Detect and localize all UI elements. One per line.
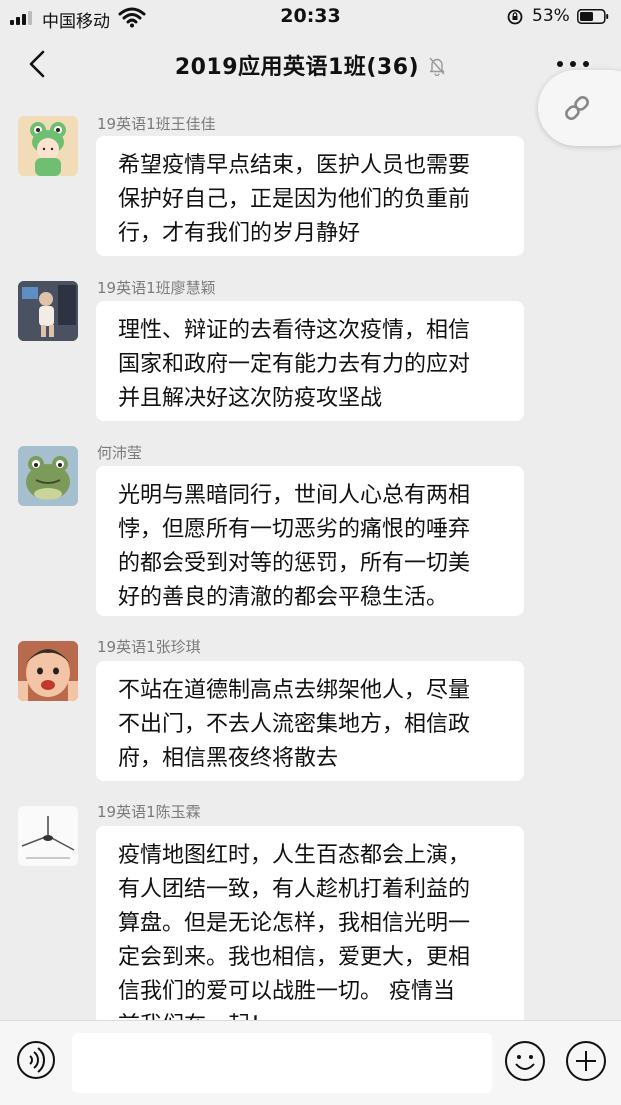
- avatar[interactable]: [18, 806, 78, 866]
- avatar[interactable]: [18, 116, 78, 176]
- message-text-line: 疫情地图红时，人生百态都会上演，: [118, 843, 471, 868]
- input-bar: [0, 1020, 621, 1105]
- chat-title: 2019应用英语1班(36): [174, 55, 420, 80]
- message-input[interactable]: [72, 1033, 492, 1093]
- message-text-line: 不站在道德制高点去绑架他人，尽量: [118, 678, 471, 703]
- rotation-lock-icon: [507, 9, 523, 25]
- message-text-line: 好的善良的清澈的都会平稳生活。: [118, 585, 449, 610]
- avatar[interactable]: [18, 446, 78, 506]
- battery-icon: [577, 9, 609, 24]
- link-icon: [565, 96, 589, 120]
- more-dots-icon[interactable]: [556, 60, 590, 68]
- sender-name: 何沛莹: [97, 444, 143, 462]
- battery-percent: 53%: [532, 6, 570, 26]
- avatar[interactable]: [18, 281, 78, 341]
- message-text-line: 算盘。但是无论怎样，我相信光明一: [118, 911, 471, 936]
- message-text-line: 理性、辩证的去看待这次疫情，相信: [118, 318, 471, 343]
- sender-name: 19英语1班王佳佳: [97, 115, 216, 133]
- message-text-line: 希望疫情早点结束，医护人员也需要: [118, 153, 471, 178]
- plus-icon[interactable]: [565, 1040, 607, 1082]
- avatar[interactable]: [18, 641, 78, 701]
- emoji-icon[interactable]: [504, 1040, 546, 1082]
- message-text-line: 府，相信黑夜终将散去: [118, 746, 339, 771]
- sender-name: 19英语1班廖慧颖: [97, 279, 216, 297]
- message-text-line: 光明与黑暗同行，世间人心总有两相: [118, 483, 471, 508]
- message-bubble[interactable]: 疫情地图红时，人生百态都会上演， 有人团结一致，有人趁机打着利益的 算盘。但是无…: [96, 826, 524, 1038]
- status-time: 20:33: [280, 5, 341, 27]
- voice-icon[interactable]: [16, 1040, 56, 1080]
- status-bar: 中国移动 20:33 53%: [0, 0, 621, 34]
- message-text-line: 保护好自己，正是因为他们的负重前: [118, 187, 471, 212]
- message-text-line: 信我们的爱可以战胜一切。 疫情当: [118, 979, 455, 1004]
- sender-name: 19英语1张珍琪: [97, 638, 201, 656]
- chat-header: 2019应用英语1班(36): [0, 34, 621, 96]
- bell-slash-icon: [429, 57, 445, 76]
- message-text-line: 不出门，不去人流密集地方，相信政: [118, 712, 471, 737]
- message-text-line: 悖，但愿所有一切恶劣的痛恨的唾弃: [118, 517, 471, 542]
- chat-title-area: 2019应用英语1班(36): [0, 49, 621, 81]
- message-text-line: 国家和政府一定有能力去有力的应对: [118, 352, 471, 377]
- message-text-line: 有人团结一致，有人趁机打着利益的: [118, 877, 471, 902]
- floating-link-button[interactable]: [538, 70, 621, 146]
- sender-name: 19英语1陈玉霖: [97, 803, 201, 821]
- message-bubble[interactable]: 不站在道德制高点去绑架他人，尽量 不出门，不去人流密集地方，相信政 府，相信黑夜…: [96, 661, 524, 781]
- message-text-line: 定会到来。我也相信，爱更大，更相: [118, 945, 471, 970]
- message-bubble[interactable]: 希望疫情早点结束，医护人员也需要 保护好自己，正是因为他们的负重前 行，才有我们…: [96, 136, 524, 256]
- message-text-line: 的都会受到对等的惩罚，所有一切美: [118, 551, 471, 576]
- message-bubble[interactable]: 光明与黑暗同行，世间人心总有两相 悖，但愿所有一切恶劣的痛恨的唾弃 的都会受到对…: [96, 466, 524, 616]
- message-bubble[interactable]: 理性、辩证的去看待这次疫情，相信 国家和政府一定有能力去有力的应对 并且解决好这…: [96, 301, 524, 421]
- message-text-line: 并且解决好这次防疫攻坚战: [118, 386, 383, 411]
- message-text-line: 行，才有我们的岁月静好: [118, 221, 361, 246]
